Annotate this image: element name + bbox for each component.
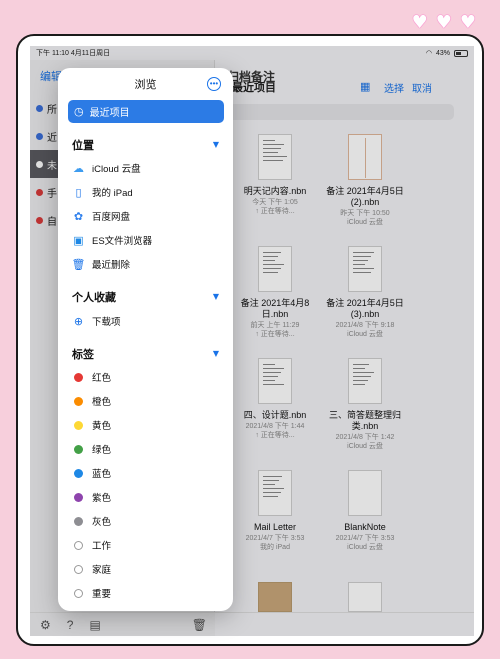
tag-color-icon	[74, 444, 83, 454]
tag-item[interactable]: 蓝色	[72, 463, 222, 483]
chevron-down-icon[interactable]: ▼	[213, 140, 219, 149]
sidebar-item[interactable]: 🗑 最近删除	[72, 254, 222, 274]
tag-color-icon	[74, 372, 83, 382]
tag-item[interactable]: 绿色	[72, 439, 222, 459]
tag-color-icon	[74, 588, 83, 598]
tag-label: 工作	[92, 541, 112, 552]
tag-label: 家庭	[92, 565, 112, 576]
ipad-icon: ▯	[75, 185, 82, 199]
tag-item[interactable]: 黄色	[72, 415, 222, 435]
cloud-icon: ☁	[73, 161, 84, 175]
tag-color-icon	[74, 396, 83, 406]
es-icon: ▣	[73, 233, 84, 247]
tag-item[interactable]: 红色	[72, 367, 222, 387]
tag-item[interactable]: 重要	[72, 583, 222, 603]
download-icon: ⊕	[73, 314, 84, 328]
sidebar-item[interactable]: ▯ 我的 iPad	[72, 182, 222, 202]
tag-label: 绿色	[92, 445, 112, 456]
sidebar-item-label: 最近项目	[89, 108, 130, 119]
decorative-hearts: ♥ ♥ ♥	[412, 14, 476, 32]
tag-color-icon	[74, 492, 83, 502]
sidebar-item-label: ES文件浏览器	[92, 236, 153, 247]
tag-label: 红色	[92, 373, 112, 384]
sidebar-item[interactable]: ▣ ES文件浏览器	[72, 230, 222, 250]
sidebar-item[interactable]: ✿ 百度网盘	[72, 206, 222, 226]
tag-label: 灰色	[92, 517, 112, 528]
sidebar-item-label: iCloud 云盘	[92, 164, 141, 175]
section-favorites: 个人收藏	[72, 292, 116, 304]
tag-color-icon	[74, 468, 83, 478]
sidebar-item-label: 最近删除	[92, 260, 131, 271]
tag-label: 黄色	[92, 421, 112, 432]
tag-color-icon	[74, 564, 83, 574]
tag-label: 紫色	[92, 493, 112, 504]
tag-item[interactable]: 家庭	[72, 559, 222, 579]
tag-color-icon	[74, 420, 83, 430]
more-icon[interactable]: •••	[207, 77, 221, 91]
heart-icon: ♥	[435, 12, 452, 33]
sidebar-item[interactable]: ⊕ 下载项	[72, 311, 222, 331]
tag-label: 重要	[92, 589, 112, 600]
section-locations: 位置	[72, 140, 94, 152]
sidebar-item-label: 百度网盘	[92, 212, 131, 223]
chevron-down-icon[interactable]: ▼	[213, 292, 219, 301]
tag-item[interactable]: 橙色	[72, 391, 222, 411]
panel-header: 浏览 •••	[58, 68, 233, 100]
tag-item[interactable]: 紫色	[72, 487, 222, 507]
heart-icon: ♥	[459, 12, 476, 33]
trash-icon: 🗑	[71, 257, 86, 271]
chevron-down-icon[interactable]: ▼	[213, 349, 219, 358]
browse-panel: 浏览 ••• ◷ 最近项目 位置 ▼ ☁ iCloud 云盘 ▯ 我的 iPad ✿ 百度…	[58, 68, 233, 611]
tag-color-icon	[74, 540, 83, 550]
tag-label: 蓝色	[92, 469, 112, 480]
clock-icon: ◷	[74, 105, 84, 118]
sidebar-item[interactable]: ☁ iCloud 云盘	[72, 158, 222, 178]
panel-title: 浏览	[134, 79, 157, 91]
tag-label: 橙色	[92, 397, 112, 408]
tag-item[interactable]: 工作	[72, 535, 222, 555]
tag-color-icon	[74, 516, 83, 526]
sidebar-item-recent[interactable]: ◷ 最近项目	[68, 100, 224, 123]
sidebar-item-label: 我的 iPad	[92, 188, 133, 199]
baidu-icon: ✿	[73, 209, 84, 223]
heart-icon: ♥	[411, 12, 428, 33]
tag-item[interactable]: 灰色	[72, 511, 222, 531]
section-tags: 标签	[72, 349, 94, 361]
sidebar-item-label: 下载项	[92, 317, 121, 328]
